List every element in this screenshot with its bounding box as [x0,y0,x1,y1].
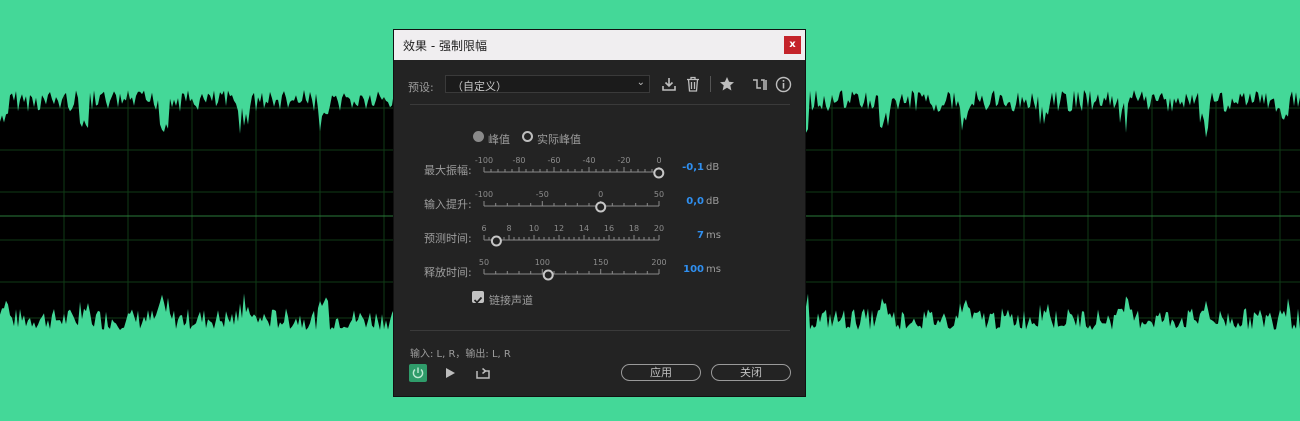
slider-input-boost[interactable]: -100 -50 0 50 [475,190,668,214]
preset-label: 预设: [408,81,434,94]
slider-tick-label: -60 [547,156,560,165]
slider-ticks [483,167,660,173]
value-input-boost[interactable]: 0,0 [664,196,704,207]
link-channels-checkbox[interactable] [472,291,484,304]
close-button[interactable]: 关闭 [711,364,791,381]
slider-ticks [483,201,660,207]
slider-tick-label: 14 [579,224,589,233]
unit-max-amplitude: dB [706,162,720,173]
slider-tick-label: -80 [512,156,525,165]
slider-thumb[interactable] [490,235,502,247]
slider-thumb[interactable] [595,201,607,213]
toolbar-divider [710,76,711,92]
slider-tick-label: 150 [593,258,608,267]
value-max-amplitude[interactable]: -0,1 [664,162,704,173]
unit-release: ms [706,264,721,275]
slider-tick-label: 0 [598,190,603,199]
slider-tick-label: -20 [617,156,630,165]
apply-button[interactable]: 应用 [621,364,701,381]
value-release[interactable]: 100 [664,264,704,275]
slider-ticks [483,269,660,275]
slider-tick-label: 12 [554,224,564,233]
star-icon[interactable] [719,76,735,92]
radio-peak[interactable] [473,131,484,142]
trash-icon[interactable] [686,76,700,92]
info-icon[interactable] [775,76,792,93]
slider-ticks [483,235,660,241]
link-channels-label: 链接声道 [489,294,533,307]
slider-tick-label: 50 [479,258,489,267]
slider-tick-label: -50 [536,190,549,199]
slider-tick-label: 0 [656,156,661,165]
close-window-button[interactable]: x [784,36,801,54]
slider-tick-label: 18 [629,224,639,233]
slider-tick-label: -100 [475,156,493,165]
slider-tick-label: 100 [535,258,550,267]
slider-tick-label: -40 [582,156,595,165]
chevron-down-icon: ⌄ [636,77,645,88]
radio-true-peak[interactable] [522,131,533,142]
divider-top [410,104,790,105]
slider-tick-label: 50 [654,190,664,199]
slider-tick-label: 10 [529,224,539,233]
unit-look-ahead: ms [706,230,721,241]
param-label-release: 释放时间: [424,266,472,279]
radio-true-peak-label: 实际峰值 [537,133,581,146]
slider-thumb[interactable] [542,269,554,281]
slider-look-ahead[interactable]: 6 8 10 12 14 16 18 20 [478,224,668,248]
slider-tick-label: 16 [604,224,614,233]
slider-tick-label: 8 [506,224,511,233]
power-toggle[interactable] [409,364,427,382]
slider-tick-label: -100 [475,190,493,199]
param-label-max-amplitude: 最大振幅: [424,164,472,177]
download-preset-icon[interactable] [661,76,677,92]
param-label-look-ahead: 预测时间: [424,232,472,245]
slider-max-amplitude[interactable]: -100 -80 -60 -40 -20 0 [475,156,668,180]
preset-dropdown[interactable]: （自定义） ⌄ [445,75,650,93]
param-label-input-boost: 输入提升: [424,198,472,211]
power-icon [412,367,424,379]
dialog-title: 效果 - 强制限幅 [403,39,487,53]
slider-tick-label: 20 [654,224,664,233]
unit-input-boost: dB [706,196,720,207]
divider-bottom [410,330,790,331]
slider-tick-label: 6 [481,224,486,233]
hard-limiter-dialog: 效果 - 强制限幅 x 预设: （自定义） ⌄ 峰值 实际峰值 最大振幅: -1… [394,30,805,396]
title-bar[interactable]: 效果 - 强制限幅 x [394,30,805,60]
io-channels-text: 输入: L, R，输出: L, R [410,349,511,360]
routing-icon[interactable] [752,76,768,92]
radio-peak-label: 峰值 [488,133,510,146]
checkmark-icon [473,296,483,304]
loop-icon[interactable] [475,365,491,381]
preset-value: （自定义） [452,80,507,93]
slider-release[interactable]: 50 100 150 200 [478,258,668,282]
slider-thumb[interactable] [653,167,665,179]
play-icon[interactable] [443,366,457,380]
value-look-ahead[interactable]: 7 [664,230,704,241]
